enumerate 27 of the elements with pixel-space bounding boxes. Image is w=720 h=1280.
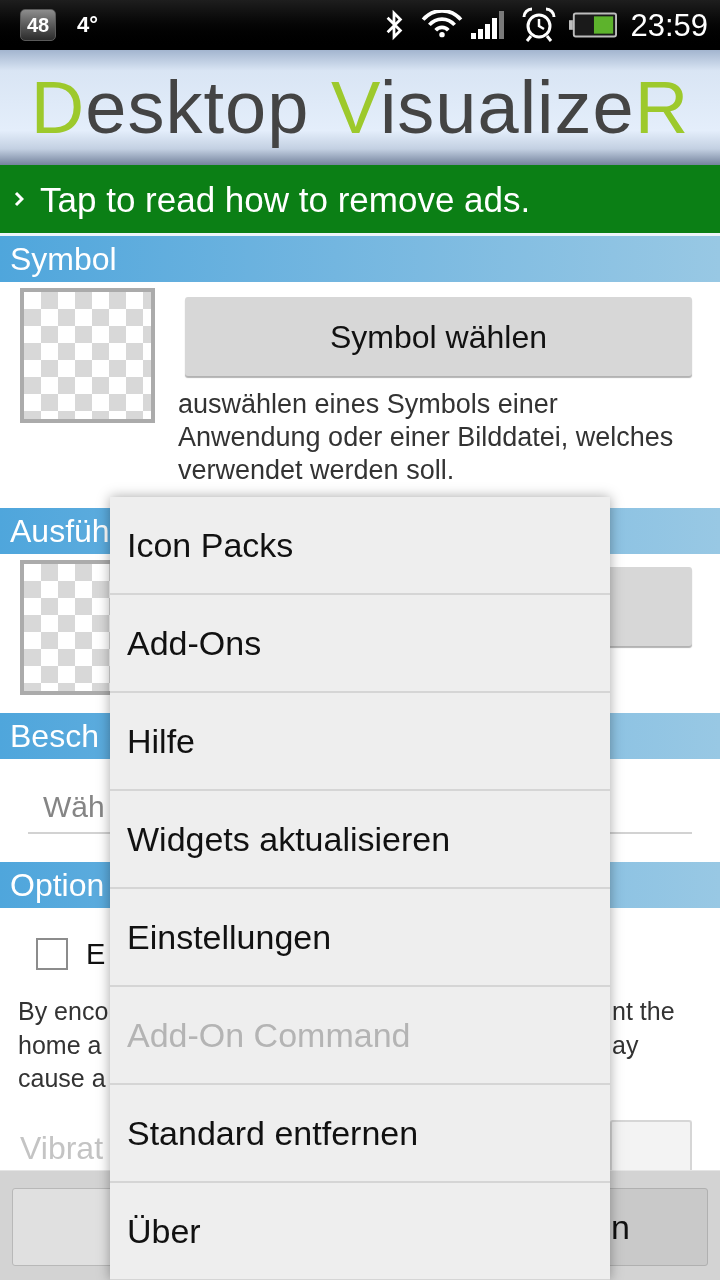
description-text: cause a bbox=[18, 1063, 107, 1094]
menu-item[interactable]: Add-Ons bbox=[110, 595, 610, 693]
alarm-clock-icon bbox=[521, 7, 558, 43]
setting-label: Vibrat bbox=[20, 1132, 103, 1164]
chevron-right-icon bbox=[14, 191, 24, 207]
description-text: nt the bbox=[612, 996, 676, 1027]
menu-item[interactable]: Hilfe bbox=[110, 693, 610, 791]
clock-time: 23:59 bbox=[630, 9, 708, 41]
menu-item[interactable]: Widgets aktualisieren bbox=[110, 791, 610, 889]
menu-item[interactable]: Einstellungen bbox=[110, 889, 610, 987]
description-text: ay bbox=[612, 1029, 640, 1061]
signal-icon bbox=[471, 11, 506, 39]
temperature-text: 4° bbox=[77, 14, 99, 36]
input-field[interactable] bbox=[610, 1120, 692, 1170]
notification-badge: 48 bbox=[20, 9, 56, 41]
checkbox-label: E bbox=[86, 939, 106, 969]
section-header: Symbol bbox=[0, 236, 720, 282]
battery-icon bbox=[569, 12, 618, 38]
menu-item[interactable]: Standard entfernen bbox=[110, 1085, 610, 1183]
description-text: By enco bbox=[18, 996, 109, 1027]
ad-banner[interactable]: Tap to read how to remove ads. bbox=[0, 165, 720, 233]
select-button[interactable]: Symbol wählen bbox=[185, 297, 692, 376]
menu-item[interactable]: Über bbox=[110, 1183, 610, 1280]
description-text: auswählen eines Symbols einer Anwendung oder einer Bilddatei, welches verwendet werden soll. bbox=[178, 388, 675, 487]
description-text: home a bbox=[18, 1029, 103, 1061]
checkbox[interactable] bbox=[36, 938, 68, 970]
menu-item[interactable]: Icon Packs bbox=[110, 497, 610, 595]
